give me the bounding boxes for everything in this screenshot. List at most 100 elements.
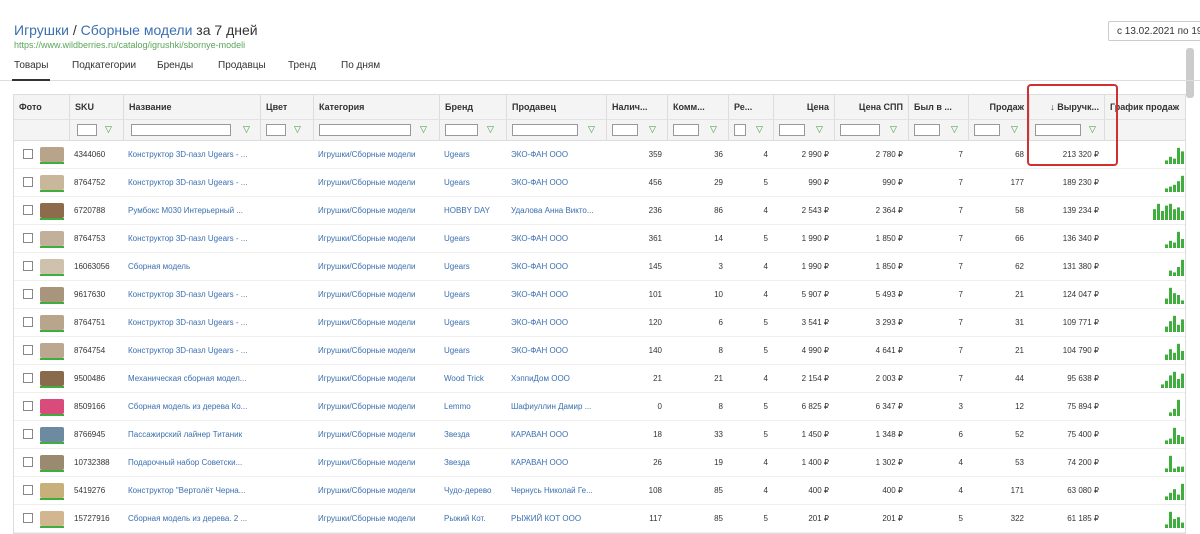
- sales-sparkline[interactable]: [1145, 230, 1185, 248]
- row-checkbox[interactable]: [23, 233, 33, 243]
- row-checkbox[interactable]: [23, 513, 33, 523]
- cell-category[interactable]: Игрушки/Сборные модели: [313, 365, 439, 392]
- sales-sparkline[interactable]: [1145, 342, 1185, 360]
- cell-name[interactable]: Пассажирский лайнер Титаник: [123, 421, 260, 448]
- filter-icon[interactable]: ▽: [710, 124, 717, 135]
- product-thumbnail[interactable]: [40, 399, 64, 416]
- cell-category[interactable]: Игрушки/Сборные модели: [313, 253, 439, 280]
- cell-brand[interactable]: Звезда: [439, 449, 506, 476]
- cell-name[interactable]: Румбокс M030 Интерьерный ...: [123, 197, 260, 224]
- col-rating[interactable]: Ре...: [728, 95, 773, 119]
- filter-icon[interactable]: ▽: [890, 124, 897, 135]
- filter-was-in-input[interactable]: [914, 124, 940, 136]
- table-row[interactable]: 8764751 Конструктор 3D-пазл Ugears - ... И…: [14, 309, 1185, 337]
- cell-brand[interactable]: Ugears: [439, 253, 506, 280]
- product-thumbnail[interactable]: [40, 371, 64, 388]
- product-thumbnail[interactable]: [40, 259, 64, 276]
- cell-name[interactable]: Конструктор 3D-пазл Ugears - ...: [123, 281, 260, 308]
- filter-icon[interactable]: ▽: [756, 124, 763, 135]
- filter-brand-input[interactable]: [445, 124, 478, 136]
- cell-seller[interactable]: КАРАВАН ООО: [506, 421, 606, 448]
- col-brand[interactable]: Бренд: [439, 95, 506, 119]
- cell-category[interactable]: Игрушки/Сборные модели: [313, 393, 439, 420]
- sales-sparkline[interactable]: [1145, 398, 1185, 416]
- product-thumbnail[interactable]: [40, 231, 64, 248]
- table-row[interactable]: 8766945 Пассажирский лайнер Титаник Игрушк…: [14, 421, 1185, 449]
- table-row[interactable]: 10732388 Подарочный набор Советски... Игру…: [14, 449, 1185, 477]
- sales-sparkline[interactable]: [1145, 482, 1185, 500]
- table-row[interactable]: 16063056 Сборная модель Игрушки/Сборные мо…: [14, 253, 1185, 281]
- cell-seller[interactable]: ЭКО-ФАН ООО: [506, 337, 606, 364]
- tab-by-day[interactable]: По дням: [341, 60, 380, 71]
- cell-category[interactable]: Игрушки/Сборные модели: [313, 477, 439, 504]
- col-stock[interactable]: Налич...: [606, 95, 667, 119]
- table-row[interactable]: 4344060 Конструктор 3D-пазл Ugears - ... И…: [14, 141, 1185, 169]
- cell-category[interactable]: Игрушки/Сборные модели: [313, 225, 439, 252]
- tab-brands[interactable]: Бренды: [157, 60, 193, 71]
- product-thumbnail[interactable]: [40, 203, 64, 220]
- cell-name[interactable]: Конструктор 3D-пазл Ugears - ...: [123, 337, 260, 364]
- cell-seller[interactable]: ЭКО-ФАН ООО: [506, 253, 606, 280]
- cell-brand[interactable]: Ugears: [439, 309, 506, 336]
- col-price[interactable]: Цена: [773, 95, 834, 119]
- cell-seller[interactable]: КАРАВАН ООО: [506, 449, 606, 476]
- sales-sparkline[interactable]: [1145, 202, 1185, 220]
- col-name[interactable]: Название: [123, 95, 260, 119]
- table-row[interactable]: 9500486 Механическая сборная модел... Игру…: [14, 365, 1185, 393]
- cell-category[interactable]: Игрушки/Сборные модели: [313, 449, 439, 476]
- filter-name-input[interactable]: [131, 124, 231, 136]
- product-thumbnail[interactable]: [40, 343, 64, 360]
- cell-seller[interactable]: ЭКО-ФАН ООО: [506, 169, 606, 196]
- row-checkbox[interactable]: [23, 401, 33, 411]
- filter-stock-input[interactable]: [612, 124, 638, 136]
- row-checkbox[interactable]: [23, 429, 33, 439]
- table-row[interactable]: 8764753 Конструктор 3D-пазл Ugears - ... И…: [14, 225, 1185, 253]
- cell-brand[interactable]: Lemmo: [439, 393, 506, 420]
- sales-sparkline[interactable]: [1145, 174, 1185, 192]
- filter-price-spp-input[interactable]: [840, 124, 880, 136]
- col-seller[interactable]: Продавец: [506, 95, 606, 119]
- cell-brand[interactable]: Рыжий Кот.: [439, 505, 506, 532]
- filter-seller-input[interactable]: [512, 124, 578, 136]
- cell-seller[interactable]: ЭКО-ФАН ООО: [506, 281, 606, 308]
- sales-sparkline[interactable]: [1145, 314, 1185, 332]
- cell-name[interactable]: Подарочный набор Советски...: [123, 449, 260, 476]
- tab-sellers[interactable]: Продавцы: [218, 60, 266, 71]
- category-url[interactable]: https://www.wildberries.ru/catalog/igrus…: [14, 40, 258, 50]
- tab-trend[interactable]: Тренд: [288, 60, 316, 71]
- product-thumbnail[interactable]: [40, 287, 64, 304]
- filter-icon[interactable]: ▽: [588, 124, 595, 135]
- row-checkbox[interactable]: [23, 261, 33, 271]
- sales-sparkline[interactable]: [1145, 286, 1185, 304]
- cell-category[interactable]: Игрушки/Сборные модели: [313, 505, 439, 532]
- cell-category[interactable]: Игрушки/Сборные модели: [313, 421, 439, 448]
- table-row[interactable]: 6720788 Румбокс M030 Интерьерный ... Игруш…: [14, 197, 1185, 225]
- sales-sparkline[interactable]: [1145, 510, 1185, 528]
- cell-seller[interactable]: Шафиуллин Дамир ...: [506, 393, 606, 420]
- cell-category[interactable]: Игрушки/Сборные модели: [313, 309, 439, 336]
- tab-products[interactable]: Товары: [11, 60, 51, 81]
- cell-seller[interactable]: Удалова Анна Викто...: [506, 197, 606, 224]
- filter-icon[interactable]: ▽: [816, 124, 823, 135]
- table-row[interactable]: 8509166 Сборная модель из дерева Ко... Игр…: [14, 393, 1185, 421]
- filter-icon[interactable]: ▽: [105, 124, 112, 135]
- cell-name[interactable]: Конструктор "Вертолёт Черна...: [123, 477, 260, 504]
- filter-icon[interactable]: ▽: [420, 124, 427, 135]
- row-checkbox[interactable]: [23, 149, 33, 159]
- filter-icon[interactable]: ▽: [649, 124, 656, 135]
- cell-name[interactable]: Сборная модель из дерева. 2 ...: [123, 505, 260, 532]
- sales-sparkline[interactable]: [1145, 426, 1185, 444]
- cell-name[interactable]: Сборная модель из дерева Ко...: [123, 393, 260, 420]
- row-checkbox[interactable]: [23, 485, 33, 495]
- col-was-in[interactable]: Был в ...: [908, 95, 968, 119]
- cell-brand[interactable]: Ugears: [439, 281, 506, 308]
- cell-seller[interactable]: ХэппиДом ООО: [506, 365, 606, 392]
- table-row[interactable]: 8764754 Конструктор 3D-пазл Ugears - ... И…: [14, 337, 1185, 365]
- product-thumbnail[interactable]: [40, 315, 64, 332]
- table-row[interactable]: 15727916 Сборная модель из дерева. 2 ... И…: [14, 505, 1185, 533]
- cell-brand[interactable]: Wood Trick: [439, 365, 506, 392]
- filter-icon[interactable]: ▽: [294, 124, 301, 135]
- sales-sparkline[interactable]: [1145, 258, 1185, 276]
- cell-seller[interactable]: Чернусь Николай Ге...: [506, 477, 606, 504]
- date-range-picker[interactable]: с 13.02.2021 по 19.02.2021: [1108, 21, 1200, 41]
